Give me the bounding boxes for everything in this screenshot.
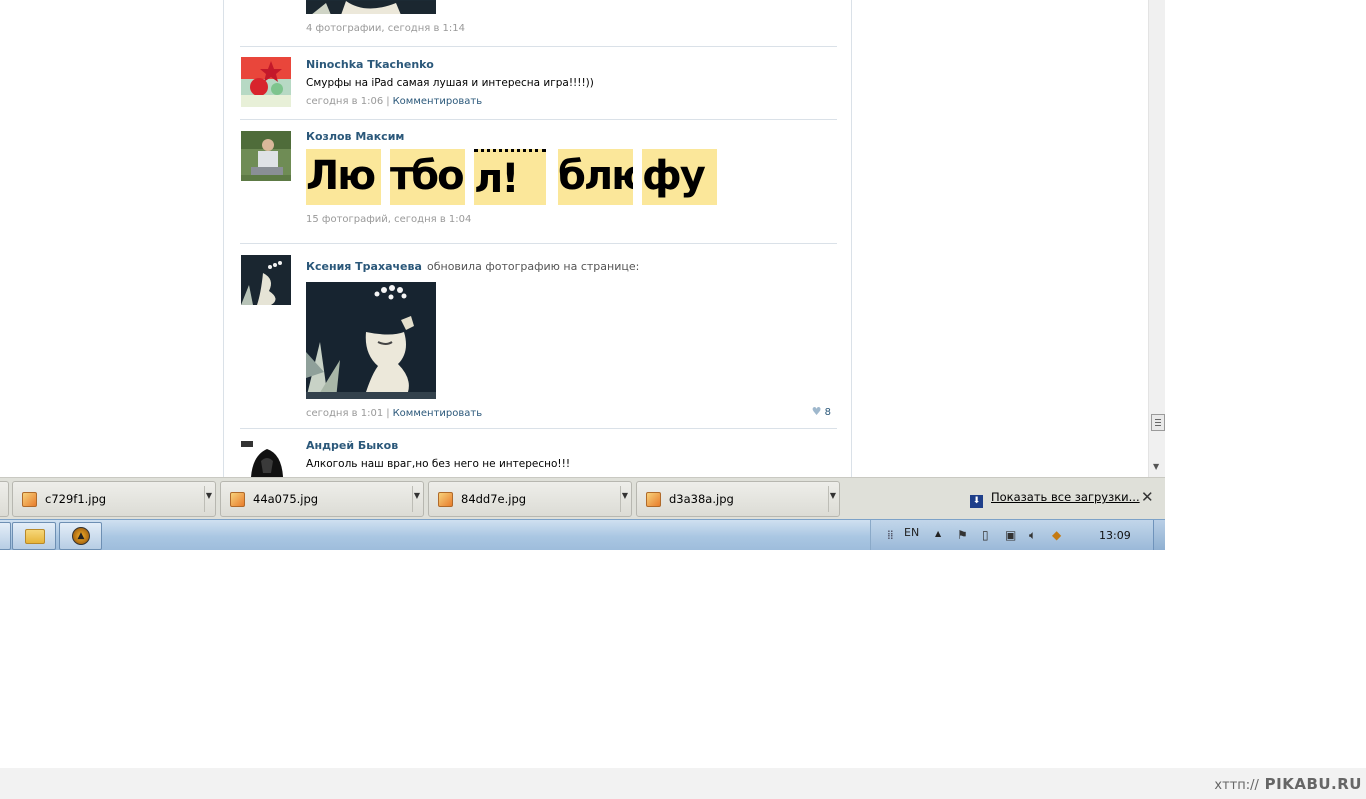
photo-tile[interactable]: фу [642, 149, 717, 205]
post-header: Ксения Трахачева обновила фотографию на … [306, 255, 837, 274]
volume-icon[interactable]: 🔈︎ [1029, 528, 1036, 543]
avatar-image [241, 131, 291, 181]
download-item[interactable]: c729f1.jpg ▼ [12, 481, 216, 517]
download-item-edge[interactable] [0, 481, 9, 517]
avatar[interactable] [241, 439, 291, 477]
post-meta: 15 фотографий, сегодня в 1:04 [306, 214, 472, 225]
feed-post: Андрей Быков Алкоголь наш враг,но без не… [240, 429, 837, 477]
language-indicator[interactable]: EN [904, 526, 919, 539]
photo-tile-text: фу [642, 153, 706, 199]
comment-link[interactable]: Комментировать [393, 96, 483, 107]
scroll-down-arrow-icon[interactable]: ▼ [1153, 462, 1159, 471]
download-arrow-icon: ⬇ [970, 495, 983, 508]
show-all-downloads-link[interactable]: ⬇ Показать все загрузки... [970, 490, 1140, 508]
photo-art [306, 1, 436, 14]
usb-device-icon[interactable]: ▯ [982, 528, 989, 542]
screen: 4 фотографии, сегодня в 1:14 Ninochka Tk… [0, 0, 1165, 550]
content-column: 4 фотографии, сегодня в 1:14 Ninochka Tk… [223, 0, 852, 477]
feed-post: Ксения Трахачева обновила фотографию на … [240, 244, 837, 429]
chevron-down-icon[interactable]: ▼ [830, 491, 836, 500]
post-author[interactable]: Козлов Максим [306, 130, 837, 143]
scroll-thumb[interactable] [1151, 414, 1165, 431]
post-action: обновила фотографию на странице: [426, 260, 640, 273]
downloads-bar: c729f1.jpg ▼ 44a075.jpg ▼ 84dd7e.jpg ▼ d… [0, 477, 1165, 520]
image-file-icon [438, 492, 453, 507]
post-author[interactable]: Ксения Трахачева [306, 260, 422, 273]
close-icon[interactable]: ✕ [1141, 488, 1154, 506]
image-file-icon [230, 492, 245, 507]
download-filename: 84dd7e.jpg [461, 492, 527, 506]
system-tray: ⁞⁞ EN ▲ ⚑ ▯ ▣ 🔈︎ ◆ 13:09 [870, 520, 1165, 550]
download-filename: 44a075.jpg [253, 492, 319, 506]
avatar-image [241, 439, 291, 477]
avatar[interactable] [241, 57, 291, 107]
photo-tile-text: л! [474, 156, 520, 202]
network-icon[interactable]: ▣ [1005, 528, 1016, 542]
download-item[interactable]: 84dd7e.jpg ▼ [428, 481, 632, 517]
photo-tile[interactable]: л! [474, 149, 546, 205]
download-filename: d3a38a.jpg [669, 492, 734, 506]
photo-tile-text: блю [558, 153, 633, 199]
show-desktop-button[interactable] [1153, 520, 1165, 550]
feed-post: Козлов Максим Лю тбо л! блю фу 15 фотогр… [240, 120, 837, 244]
watermark-site: PIKABU.RU [1264, 775, 1362, 793]
post-photo[interactable] [306, 282, 436, 399]
avatar[interactable] [241, 131, 291, 181]
photo-tile[interactable]: тбо [390, 149, 465, 205]
photo-tile-text: тбо [390, 153, 465, 199]
chevron-down-icon[interactable]: ▼ [206, 491, 212, 500]
post-photo[interactable] [306, 0, 436, 14]
show-hidden-icons-icon[interactable]: ▲ [935, 529, 941, 538]
clock[interactable]: 13:09 [1099, 529, 1131, 542]
aimp-player-icon: ▲ [72, 527, 90, 545]
separator: | [386, 96, 390, 107]
heart-icon: ♥ [811, 405, 822, 418]
show-all-label: Показать все загрузки... [991, 490, 1140, 504]
post-meta: 4 фотографии, сегодня в 1:14 [306, 23, 465, 34]
image-file-icon [22, 492, 37, 507]
post-date: сегодня в 1:01 [306, 408, 384, 419]
tray-grip-icon: ⁞⁞ [887, 528, 894, 542]
browser-page: 4 фотографии, сегодня в 1:14 Ninochka Tk… [0, 0, 1148, 477]
comment-link[interactable]: Комментировать [393, 408, 483, 419]
image-file-icon [646, 492, 661, 507]
taskbar-explorer-button[interactable] [12, 522, 56, 550]
post-meta: сегодня в 1:06 | Комментировать [306, 96, 837, 107]
watermark-prefix: хттп:// [1214, 778, 1259, 793]
watermark-bar: хттп:// PIKABU.RU [0, 768, 1366, 799]
post-meta: сегодня в 1:01 | Комментировать [306, 408, 837, 419]
tray-app-icon[interactable]: ◆ [1052, 528, 1061, 542]
avatar[interactable] [241, 255, 291, 305]
download-item[interactable]: 44a075.jpg ▼ [220, 481, 424, 517]
photo-tile[interactable]: Лю [306, 149, 381, 205]
photo-tile[interactable]: блю [558, 149, 633, 205]
feed-post: 4 фотографии, сегодня в 1:14 [240, 0, 837, 47]
separator: | [386, 408, 390, 419]
chevron-down-icon[interactable]: ▼ [414, 491, 420, 500]
feed-post: Ninochka Tkachenko Смурфы на iPad самая … [240, 47, 837, 120]
download-filename: c729f1.jpg [45, 492, 107, 506]
taskbar-aimp-button[interactable]: ▲ [59, 522, 102, 550]
taskbar-button-edge[interactable] [0, 522, 11, 550]
photo-grid: Лю тбо л! блю фу [306, 149, 837, 205]
post-text: Смурфы на iPad самая лушая и интересна и… [306, 77, 594, 89]
news-feed: 4 фотографии, сегодня в 1:14 Ninochka Tk… [240, 0, 837, 477]
post-date: сегодня в 1:06 [306, 96, 384, 107]
action-center-flag-icon[interactable]: ⚑ [957, 528, 968, 542]
download-item[interactable]: d3a38a.jpg ▼ [636, 481, 840, 517]
page-scrollbar[interactable]: ▼ [1148, 0, 1165, 477]
photo-art [306, 282, 436, 399]
photo-tile-text: Лю [306, 153, 376, 199]
avatar-image [241, 57, 291, 107]
like-button[interactable]: ♥ 8 [812, 405, 831, 418]
chevron-down-icon[interactable]: ▼ [622, 491, 628, 500]
avatar-image [241, 255, 291, 305]
post-author[interactable]: Ninochka Tkachenko [306, 58, 837, 71]
windows-taskbar: ▲ ⁞⁞ EN ▲ ⚑ ▯ ▣ 🔈︎ ◆ 13:09 [0, 519, 1165, 550]
watermark: хттп:// PIKABU.RU [1214, 775, 1362, 793]
post-text: Алкоголь наш враг,но без него не интерес… [306, 458, 571, 470]
folder-icon [25, 529, 45, 544]
post-author[interactable]: Андрей Быков [306, 439, 837, 452]
like-count: 8 [824, 407, 831, 418]
